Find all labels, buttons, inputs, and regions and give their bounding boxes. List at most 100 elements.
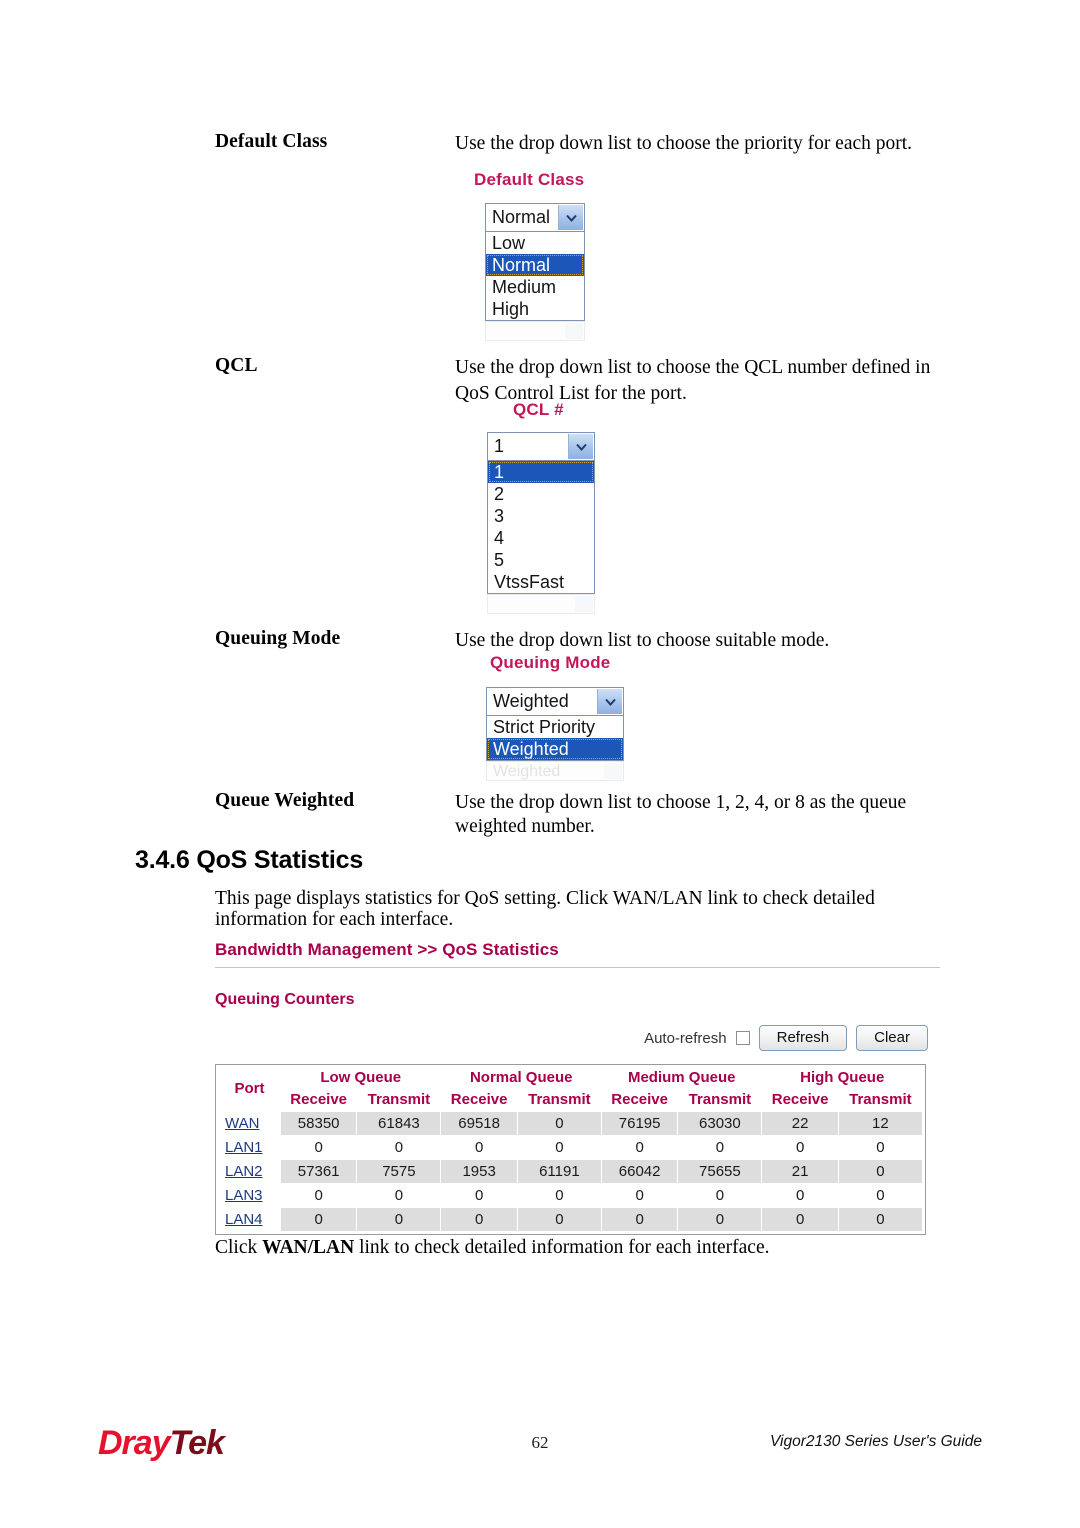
table-header-sub-row: Receive Transmit Receive Transmit Receiv… [219, 1089, 923, 1112]
cell-medium-receive: 0 [600, 1135, 679, 1160]
port-link[interactable]: LAN4 [225, 1211, 263, 1228]
table-head: Port Low Queue Normal Queue Medium Queue… [219, 1067, 923, 1112]
select-queuing-mode-options[interactable]: Strict Priority Weighted [486, 716, 624, 761]
select-qcl-options[interactable]: 1 2 3 4 5 VtssFast [487, 461, 595, 594]
option-item[interactable]: Weighted [487, 738, 623, 760]
port-cell[interactable]: LAN4 [218, 1207, 281, 1232]
cell-high-receive: 0 [761, 1135, 839, 1160]
option-item[interactable]: VtssFast [488, 571, 594, 593]
option-item[interactable]: 3 [488, 505, 594, 527]
cell-low-transmit: 7575 [356, 1159, 442, 1184]
cell-low-receive: 58350 [279, 1111, 358, 1136]
cell-high-transmit: 12 [837, 1111, 924, 1136]
cell-normal-receive: 0 [440, 1207, 518, 1232]
refresh-button[interactable]: Refresh [758, 1025, 848, 1051]
cell-low-transmit: 61843 [356, 1111, 442, 1136]
cell-low-transmit: 0 [356, 1135, 442, 1160]
figure-label-queuing-mode: Queuing Mode [490, 653, 611, 672]
option-item[interactable]: 2 [488, 483, 594, 505]
table-row: LAN3 0 0 0 0 0 0 0 0 [218, 1183, 924, 1208]
cell-low-receive: 0 [279, 1135, 358, 1160]
port-cell[interactable]: LAN1 [218, 1135, 281, 1160]
auto-refresh-label: Auto-refresh [644, 1029, 727, 1047]
column-header-transmit: Transmit [528, 1091, 591, 1108]
column-group-medium-queue: Medium Queue [627, 1069, 736, 1086]
cell-medium-transmit: 75655 [677, 1159, 763, 1184]
port-cell[interactable]: WAN [218, 1111, 281, 1136]
figure-label-default-class: Default Class [474, 170, 585, 189]
clear-button[interactable]: Clear [856, 1025, 928, 1051]
chevron-down-icon[interactable] [558, 205, 583, 230]
cell-medium-receive: 0 [600, 1183, 679, 1208]
column-group-high-queue: High Queue [800, 1069, 885, 1086]
cell-normal-transmit: 0 [516, 1207, 602, 1232]
option-item[interactable]: 1 [488, 461, 594, 483]
select-queuing-mode[interactable]: Weighted Strict Priority Weighted Weight… [486, 687, 624, 781]
auto-refresh-checkbox[interactable] [735, 1031, 750, 1045]
cell-high-transmit: 0 [837, 1207, 924, 1232]
cell-normal-receive: 0 [440, 1135, 518, 1160]
description-queue-weighted-line2: weighted number. [455, 816, 595, 837]
port-link[interactable]: WAN [225, 1115, 259, 1132]
cell-normal-transmit: 61191 [516, 1159, 602, 1184]
panel-subtitle-queuing-counters: Queuing Counters [215, 991, 355, 1008]
table-body: WAN 58350 61843 69518 0 76195 63030 22 1… [218, 1111, 924, 1232]
cell-normal-receive: 1953 [440, 1159, 518, 1184]
select-qcl-closed[interactable]: 1 [487, 432, 595, 461]
select-qcl-value: 1 [494, 436, 505, 456]
description-default-class: Use the drop down list to choose the pri… [455, 133, 913, 154]
chevron-down-icon [575, 596, 593, 612]
option-item[interactable]: Low [486, 232, 584, 254]
select-queuing-mode-closed[interactable]: Weighted [486, 687, 624, 716]
panel-toolbar: Auto-refresh Refresh Clear [215, 1025, 940, 1051]
cell-medium-transmit: 0 [677, 1135, 763, 1160]
chevron-down-icon[interactable] [568, 434, 593, 459]
column-header-receive: Receive [611, 1091, 668, 1108]
qos-statistics-panel: Bandwidth Management >> QoS Statistics Q… [215, 940, 940, 1235]
select-qcl[interactable]: 1 1 2 3 4 5 VtssFast [487, 432, 595, 614]
document-page: Default Class Use the drop down list to … [0, 0, 1080, 1528]
table-row: LAN1 0 0 0 0 0 0 0 0 [218, 1135, 924, 1160]
port-cell[interactable]: LAN3 [218, 1183, 281, 1208]
panel-divider [215, 967, 940, 968]
option-item[interactable]: 4 [488, 527, 594, 549]
port-cell[interactable]: LAN2 [218, 1159, 281, 1184]
section-intro-line2: information for each interface. [215, 909, 454, 930]
cell-normal-receive: 69518 [440, 1111, 518, 1136]
table-header-group-row: Port Low Queue Normal Queue Medium Queue… [219, 1067, 923, 1097]
option-item[interactable]: Normal [486, 254, 584, 276]
column-group-low-queue: Low Queue [320, 1069, 402, 1086]
queuing-counters-table: Port Low Queue Normal Queue Medium Queue… [218, 1067, 924, 1232]
term-queue-weighted: Queue Weighted [215, 790, 355, 811]
option-item[interactable]: 5 [488, 549, 594, 571]
select-default-class-value: Normal [492, 207, 551, 227]
queuing-counters-table-container: Port Low Queue Normal Queue Medium Queue… [215, 1064, 926, 1235]
option-item[interactable]: High [486, 298, 584, 320]
select-default-class-options[interactable]: Low Normal Medium High [485, 232, 585, 321]
chevron-down-icon[interactable] [597, 689, 622, 714]
description-queuing-mode: Use the drop down list to choose suitabl… [455, 630, 830, 651]
outro-prefix: Click [215, 1237, 263, 1258]
port-link[interactable]: LAN2 [225, 1163, 263, 1180]
select-default-class-closed[interactable]: Normal [485, 203, 585, 232]
cell-low-transmit: 0 [356, 1183, 442, 1208]
column-header-transmit: Transmit [688, 1091, 752, 1108]
select-default-class[interactable]: Normal Low Normal Medium High [485, 203, 585, 341]
panel-breadcrumb: Bandwidth Management >> QoS Statistics [215, 940, 559, 959]
select-ghost-artifact: Weighted [486, 761, 624, 781]
cell-medium-transmit: 63030 [677, 1111, 763, 1136]
column-group-normal-queue: Normal Queue [469, 1069, 573, 1086]
cell-high-receive: 0 [761, 1207, 839, 1232]
select-ghost-artifact [487, 594, 595, 614]
select-queuing-mode-value: Weighted [493, 691, 569, 711]
cell-high-transmit: 0 [837, 1135, 924, 1160]
cell-medium-receive: 76195 [600, 1111, 679, 1136]
port-link[interactable]: LAN1 [225, 1139, 263, 1156]
option-item[interactable]: Medium [486, 276, 584, 298]
option-item[interactable]: Strict Priority [487, 716, 623, 738]
outro-suffix: link to check detailed information for e… [354, 1237, 770, 1258]
table-row: LAN4 0 0 0 0 0 0 0 0 [218, 1207, 924, 1232]
column-header-receive: Receive [450, 1091, 508, 1108]
cell-medium-transmit: 0 [677, 1207, 763, 1232]
port-link[interactable]: LAN3 [225, 1187, 263, 1204]
